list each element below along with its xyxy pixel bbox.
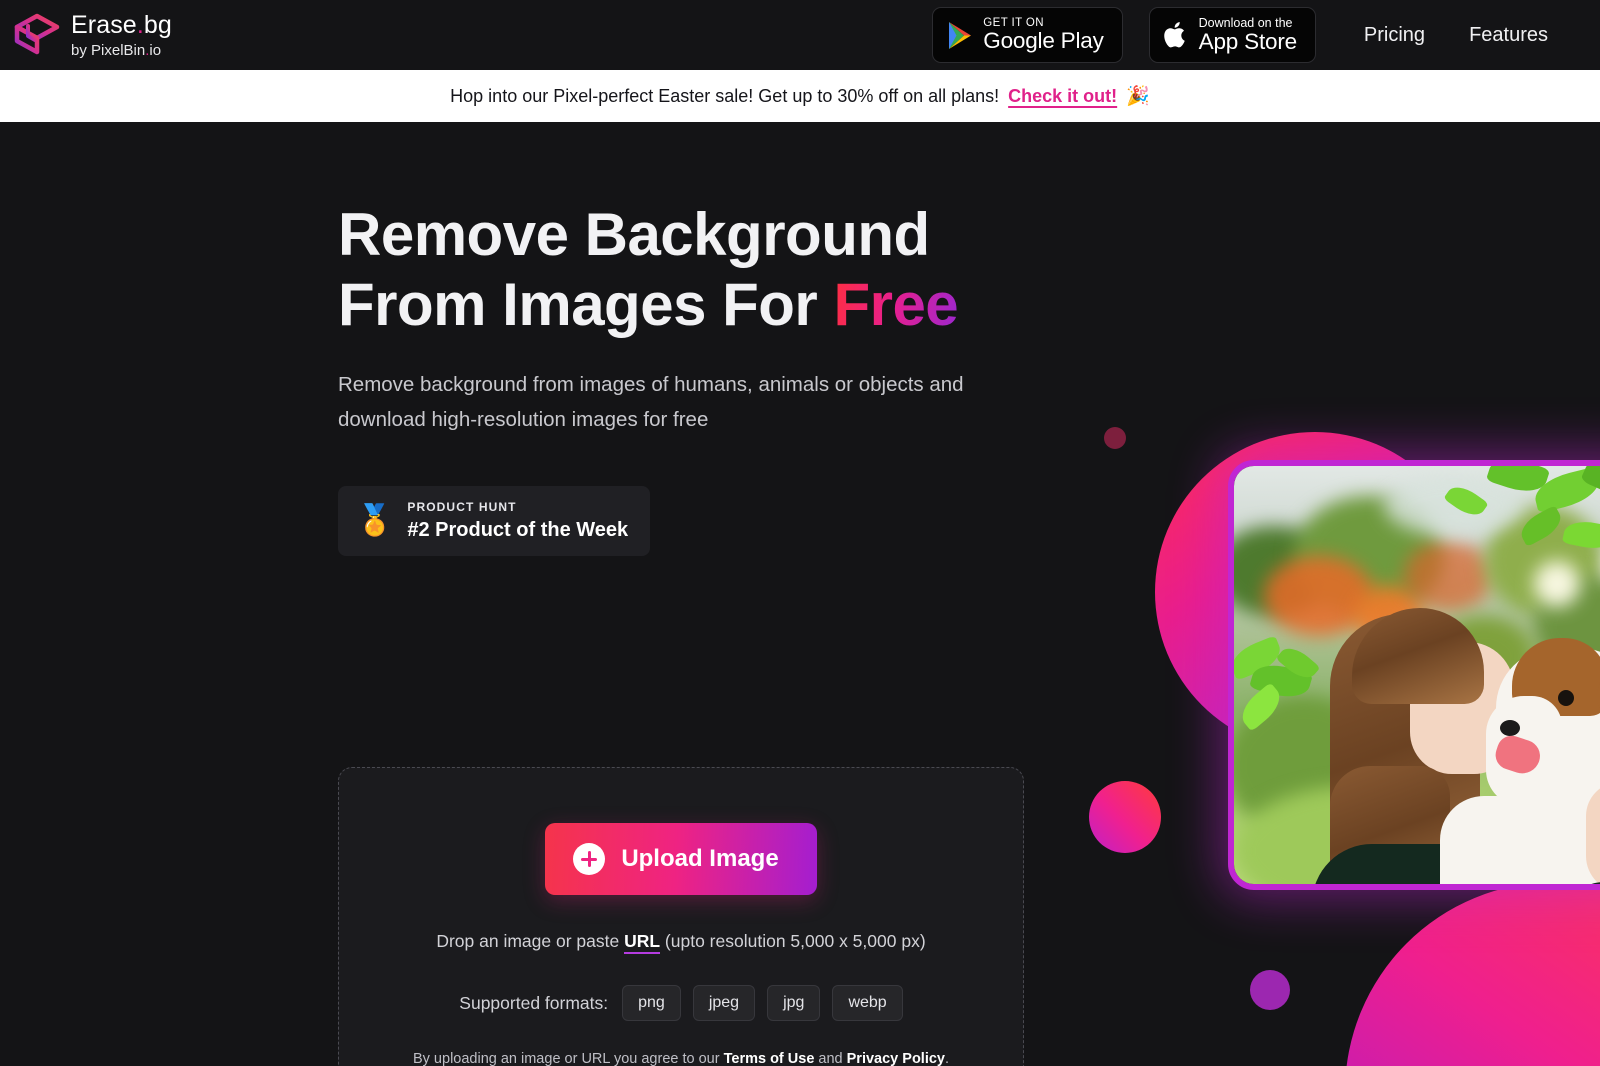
legal-mid: and	[814, 1051, 847, 1066]
app-store-badge[interactable]: Download on the App Store	[1148, 7, 1316, 63]
legal-disclaimer: By uploading an image or URL you agree t…	[413, 1051, 949, 1066]
page-title: Remove Background From Images For Free	[338, 200, 1058, 340]
plus-icon	[573, 843, 606, 875]
format-chip-png: png	[622, 985, 681, 1021]
site-header: Erase.bg by PixelBin.io GET IT ON Google…	[0, 0, 1600, 70]
privacy-policy-link[interactable]: Privacy Policy	[847, 1051, 945, 1066]
product-hunt-eyebrow: PRODUCT HUNT	[407, 500, 517, 515]
decorative-circle-tiny	[1104, 427, 1126, 449]
drop-instructions-prefix: Drop an image or paste	[436, 931, 625, 951]
sample-photo-woman-with-dog	[1234, 466, 1600, 884]
google-play-big: Google Play	[983, 28, 1104, 54]
format-chip-webp: webp	[832, 985, 903, 1021]
supported-formats-label: Supported formats:	[459, 992, 609, 1013]
announcement-text: Hop into our Pixel-perfect Easter sale! …	[450, 85, 1000, 106]
upload-dropzone[interactable]: Upload Image Drop an image or paste URL …	[338, 767, 1024, 1066]
medal-icon: 🏅	[356, 504, 394, 538]
product-hunt-text: PRODUCT HUNT #2 Product of the Week	[407, 500, 628, 542]
headline-highlight-free: Free	[833, 271, 959, 339]
drop-instructions: Drop an image or paste URL (upto resolut…	[436, 931, 926, 954]
terms-of-use-link[interactable]: Terms of Use	[724, 1051, 815, 1066]
google-play-badge[interactable]: GET IT ON Google Play	[932, 7, 1123, 63]
hero-copy: Remove Background From Images For Free R…	[338, 200, 1058, 557]
brand-text: Erase.bg by PixelBin.io	[71, 10, 172, 59]
upload-image-button-label: Upload Image	[621, 845, 779, 872]
app-store-big: App Store	[1198, 28, 1297, 54]
announcement-bar: Hop into our Pixel-perfect Easter sale! …	[0, 70, 1600, 122]
product-hunt-badge[interactable]: 🏅 PRODUCT HUNT #2 Product of the Week	[338, 486, 651, 557]
decorative-circle-medium	[1089, 781, 1161, 853]
brand-subtitle: by PixelBin.io	[71, 41, 162, 59]
announcement-cta-link[interactable]: Check it out!	[1008, 86, 1117, 107]
supported-formats-row: Supported formats: png jpeg jpg webp	[459, 985, 903, 1021]
drop-instructions-suffix: (upto resolution 5,000 x 5,000 px)	[660, 931, 926, 951]
hero-subheading: Remove background from images of humans,…	[338, 373, 964, 432]
brand-logo-link[interactable]: Erase.bg by PixelBin.io	[14, 10, 172, 59]
header-actions: GET IT ON Google Play Download on the Ap…	[932, 7, 1548, 63]
format-chip-jpg: jpg	[767, 985, 821, 1021]
decorative-circle-large-bottom	[1345, 882, 1600, 1066]
erasebg-logo-icon	[14, 13, 60, 55]
format-chip-jpeg: jpeg	[692, 985, 756, 1021]
hero-section: Remove Background From Images For Free R…	[0, 122, 1600, 1066]
party-popper-icon: 🎉	[1126, 86, 1150, 107]
app-store-small: Download on the	[1198, 15, 1293, 30]
app-store-text: Download on the App Store	[1198, 15, 1297, 54]
upload-image-button[interactable]: Upload Image	[545, 823, 817, 895]
page-root: Erase.bg by PixelBin.io GET IT ON Google…	[0, 0, 1600, 1066]
brand-title: Erase.bg	[71, 10, 172, 39]
legal-prefix: By uploading an image or URL you agree t…	[412, 1051, 724, 1066]
paste-url-link[interactable]: URL	[624, 931, 661, 954]
decorative-circle-small-purple	[1250, 970, 1290, 1010]
headline-line-2: From Images For	[338, 271, 834, 339]
apple-icon	[1163, 22, 1185, 48]
nav-link-pricing[interactable]: Pricing	[1342, 24, 1447, 47]
google-play-text: GET IT ON Google Play	[983, 17, 1104, 54]
product-hunt-title: #2 Product of the Week	[407, 519, 629, 542]
headline-line-1: Remove Background	[338, 201, 930, 268]
google-play-icon	[949, 21, 972, 49]
sample-image-frame	[1228, 460, 1600, 890]
legal-suffix: .	[944, 1051, 950, 1066]
nav-link-features[interactable]: Features	[1447, 24, 1548, 47]
